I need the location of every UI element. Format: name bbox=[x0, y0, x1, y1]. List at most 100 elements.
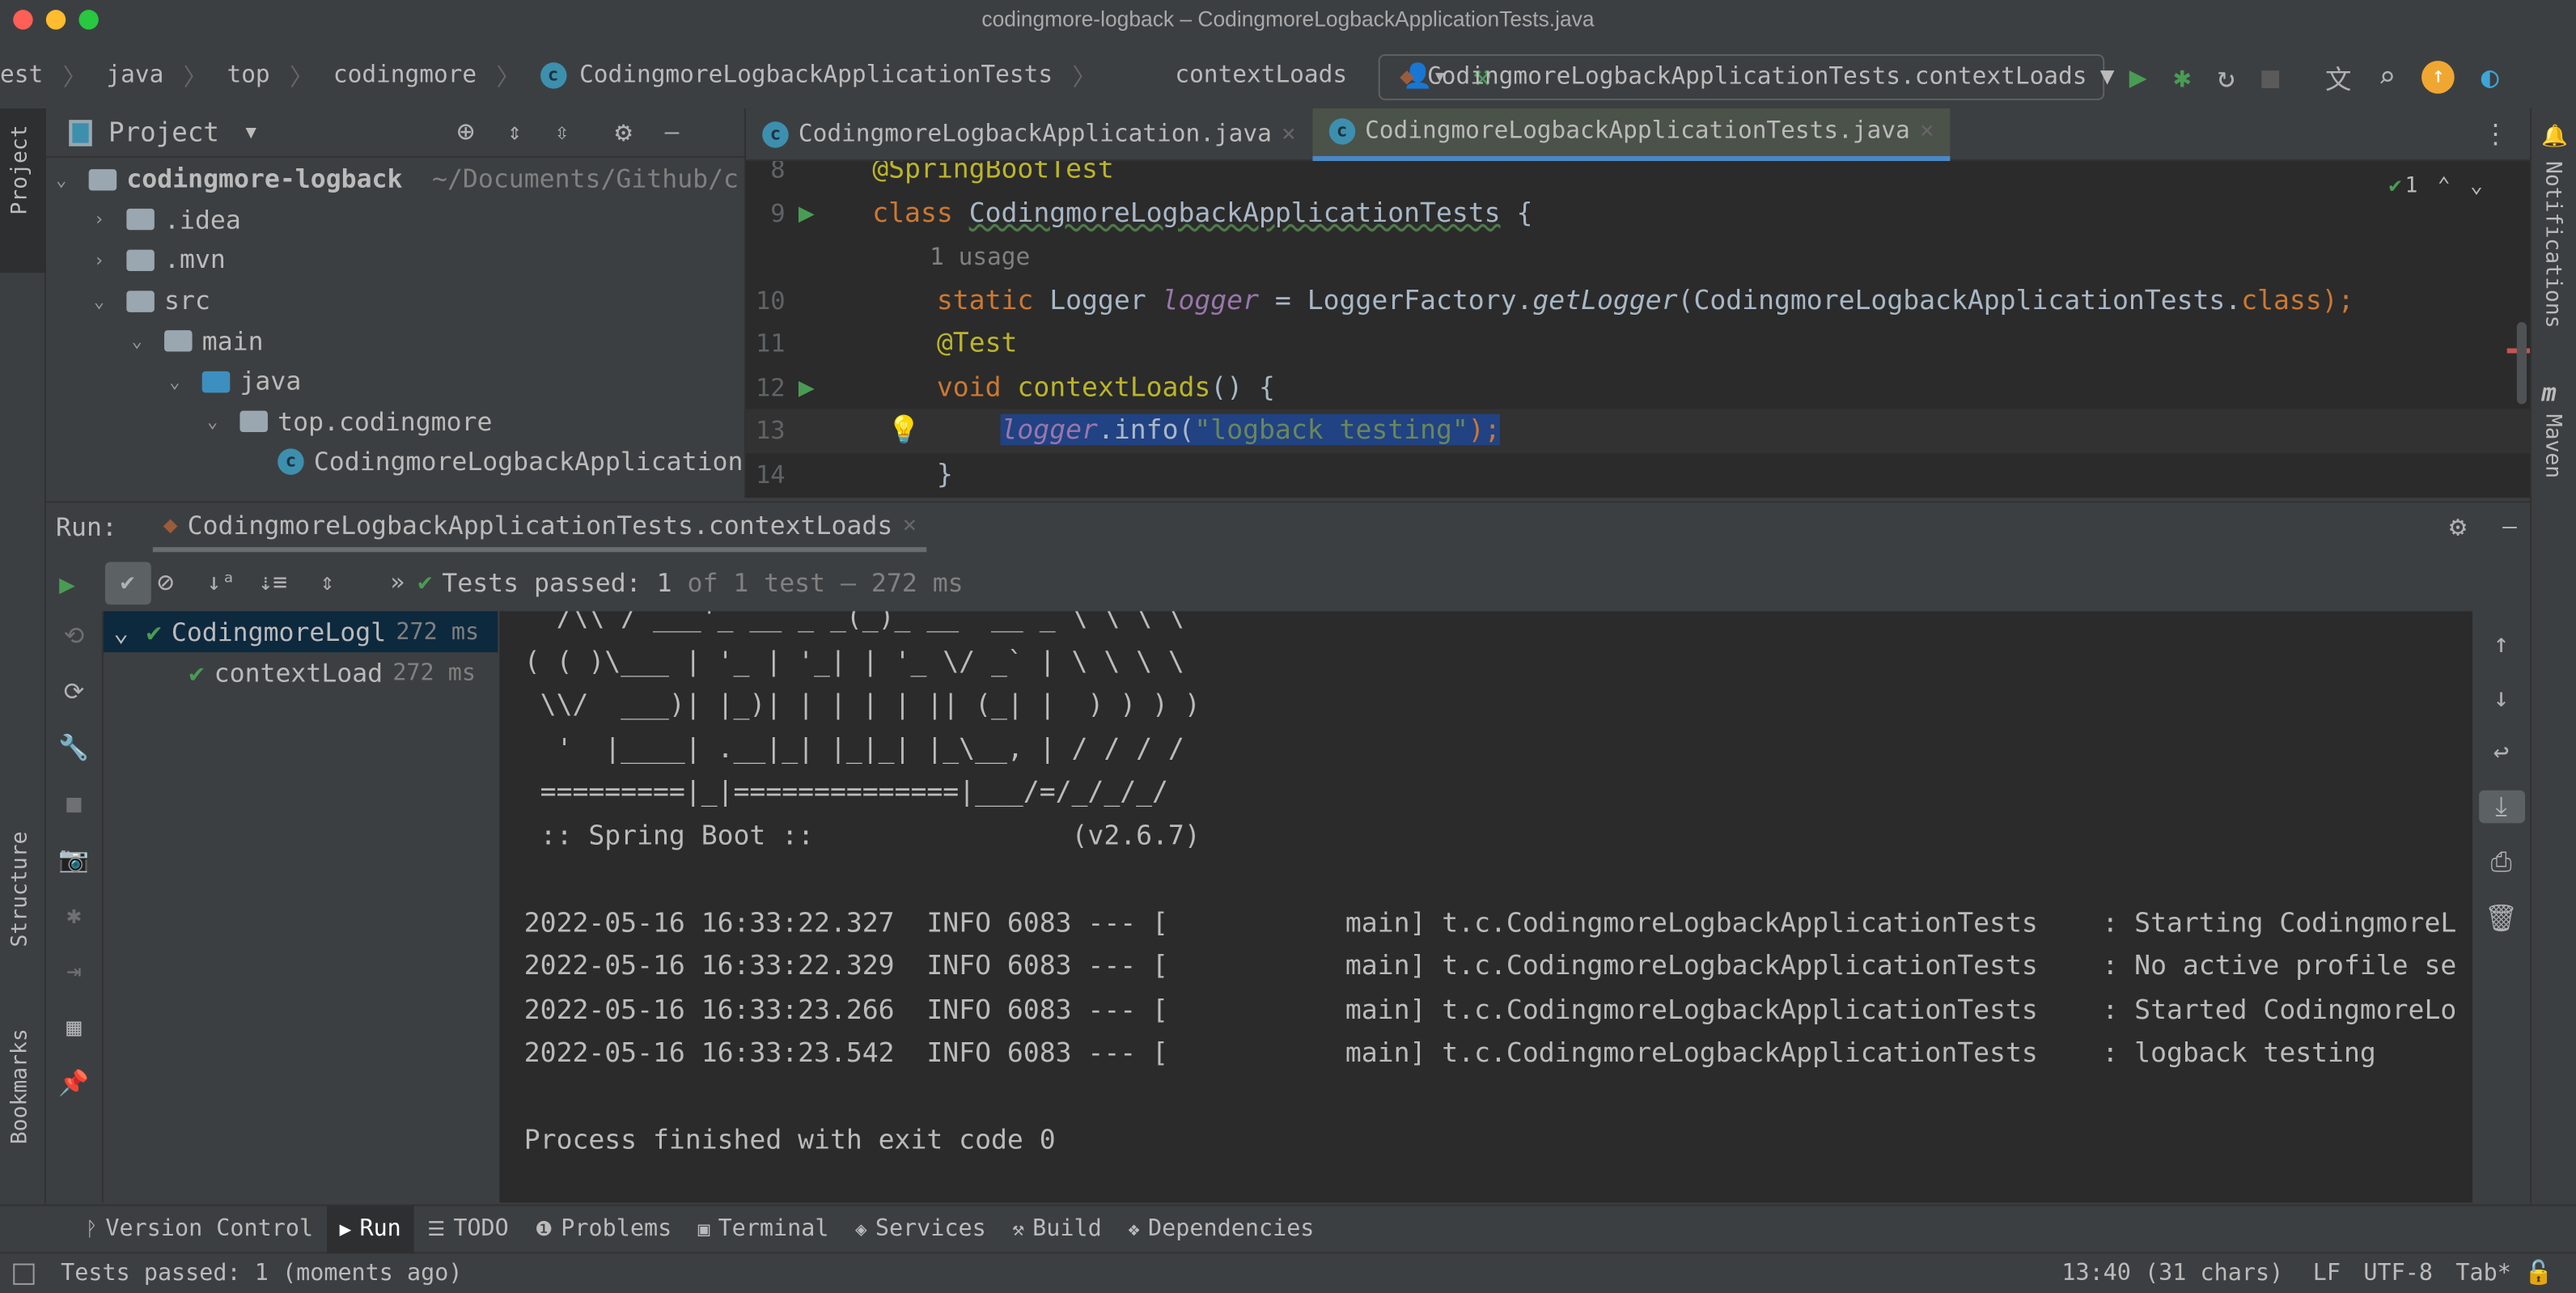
rerun-icon[interactable]: ▶ bbox=[59, 568, 75, 600]
toggle-auto-test-icon[interactable]: ⟲ bbox=[64, 621, 85, 651]
minimize-window-button[interactable] bbox=[45, 10, 66, 30]
show-ignored-icon[interactable]: ⊘ bbox=[157, 567, 174, 600]
bookmarks-tool-tab[interactable]: Bookmarks bbox=[8, 1028, 32, 1144]
lock-icon[interactable]: 🔓 bbox=[2524, 1260, 2553, 1286]
project-tree-item[interactable]: ⌄ java bbox=[46, 362, 744, 402]
gear-icon[interactable]: ⚙ bbox=[615, 116, 632, 149]
chevron-down-icon[interactable]: ▼ bbox=[245, 121, 256, 142]
breadcrumb-item[interactable]: CodingmoreLogbackApplicationTests bbox=[579, 62, 1053, 88]
structure-tool-tab[interactable]: Structure bbox=[8, 831, 32, 947]
line-separator[interactable]: LF bbox=[2313, 1260, 2341, 1286]
test-tree-item[interactable]: ✔ contextLoad 272 ms bbox=[104, 652, 498, 693]
tool-window-run[interactable]: ▶ Run bbox=[326, 1205, 415, 1253]
chevron-right-icon[interactable]: › bbox=[94, 250, 127, 271]
collapse-all-icon[interactable]: ⇳ bbox=[555, 119, 570, 145]
chevron-down-icon[interactable]: ⌄ bbox=[131, 330, 164, 351]
rerun-failed-icon[interactable]: ⟳ bbox=[64, 677, 85, 707]
breadcrumb-item[interactable]: est bbox=[0, 62, 43, 88]
maven-tool-tab[interactable]: Maven bbox=[2540, 414, 2564, 478]
stop-icon[interactable]: ■ bbox=[66, 789, 81, 819]
locate-icon[interactable]: ⊕ bbox=[457, 115, 475, 150]
close-tab-icon[interactable]: × bbox=[902, 512, 917, 538]
breadcrumb-item[interactable]: java bbox=[106, 62, 163, 88]
project-tree-item[interactable]: ⌄ codingmore-logback ~/Documents/Github/c bbox=[46, 159, 744, 200]
tool-window-dependencies[interactable]: ❖ Dependencies bbox=[1115, 1205, 1328, 1253]
stop-icon[interactable]: ■ bbox=[2261, 60, 2279, 95]
caret-position[interactable]: 13:40 (31 chars) bbox=[2061, 1260, 2283, 1286]
project-tree-item[interactable]: › .idea bbox=[46, 200, 744, 240]
notifications-tool-tab[interactable]: Notifications bbox=[2540, 161, 2564, 329]
inspection-ok-icon[interactable]: ✔ bbox=[2388, 174, 2401, 198]
zoom-window-button[interactable] bbox=[78, 10, 99, 30]
translate-icon[interactable]: 文 bbox=[2325, 57, 2352, 97]
gear-icon[interactable]: ⚙ bbox=[2450, 511, 2467, 545]
pin-icon[interactable]: 📌 bbox=[58, 1068, 89, 1098]
debug-icon[interactable]: ✱ bbox=[66, 901, 81, 931]
hide-icon[interactable]: — bbox=[2502, 515, 2517, 541]
tool-window-version-control[interactable]: ᚹ Version Control bbox=[72, 1205, 326, 1253]
code-with-me-icon[interactable]: ◐ bbox=[2481, 60, 2499, 95]
tool-window-todo[interactable]: ☰ TODO bbox=[414, 1205, 522, 1253]
indent-setting[interactable]: Tab* bbox=[2455, 1260, 2510, 1286]
run-configuration-select[interactable]: ◆ CodingmoreLogbackApplicationTests.cont… bbox=[1378, 54, 2114, 100]
project-tree-item[interactable]: ⌄ top.codingmore bbox=[46, 402, 744, 443]
close-tab-icon[interactable]: × bbox=[1920, 118, 1934, 144]
toggle-tool-windows-icon[interactable] bbox=[13, 1262, 35, 1284]
soft-wrap-icon[interactable]: ↩ bbox=[2493, 736, 2510, 768]
chevron-down-icon[interactable]: ⌄ bbox=[207, 411, 240, 432]
test-tree-item[interactable]: ⌄ ✔ CodingmoreLogl 272 ms bbox=[103, 611, 498, 653]
project-tree-item[interactable]: › .mvn bbox=[46, 240, 744, 281]
project-tool-tab[interactable]: Project bbox=[0, 108, 46, 273]
tool-window-services[interactable]: ◈ Services bbox=[842, 1205, 999, 1253]
tab-application-java[interactable]: c CodingmoreLogbackApplication.java × bbox=[746, 108, 1312, 160]
camera-icon[interactable]: 📷 bbox=[58, 845, 89, 875]
breadcrumb-method[interactable]: contextLoads bbox=[1175, 62, 1347, 88]
more-actions-icon[interactable]: » bbox=[390, 570, 405, 596]
sort-alphabetically-icon[interactable]: ↓ᵃ bbox=[207, 570, 235, 596]
run-tab[interactable]: ◆ CodingmoreLogbackApplicationTests.cont… bbox=[153, 502, 927, 553]
tool-window-terminal[interactable]: ▣ Terminal bbox=[684, 1205, 841, 1253]
close-tab-icon[interactable]: × bbox=[1282, 121, 1296, 146]
project-tree-item[interactable]: ⌄ main bbox=[46, 321, 744, 362]
close-window-button[interactable] bbox=[13, 10, 33, 30]
notifications-bell-icon[interactable]: 🔔 bbox=[2541, 125, 2568, 149]
hide-icon[interactable]: — bbox=[665, 119, 680, 145]
run-test-gutter-icon[interactable]: ▶ bbox=[799, 366, 815, 409]
project-tree-item[interactable]: c CodingmoreLogbackApplication bbox=[46, 443, 744, 483]
breadcrumb-item[interactable]: top bbox=[227, 62, 269, 88]
expand-all-icon[interactable]: ⇕ bbox=[507, 119, 522, 145]
run-test-gutter-icon[interactable]: ▶ bbox=[799, 192, 815, 235]
coverage-icon[interactable]: ↻ bbox=[2218, 60, 2235, 95]
project-tree-item[interactable]: ⌄ src bbox=[46, 281, 744, 321]
console-output[interactable]: /\\ / ___'_ __ _ _(_)_ __ __ _ \ \ \ \ ( … bbox=[499, 611, 2473, 1203]
search-icon[interactable]: ⌕ bbox=[2378, 60, 2396, 95]
more-tabs-icon[interactable]: ⋮ bbox=[2482, 118, 2508, 150]
chevron-down-icon[interactable]: ⌄ bbox=[113, 617, 146, 646]
breadcrumb-item[interactable]: codingmore bbox=[333, 62, 477, 88]
sort-by-duration-icon[interactable]: ⇣≡ bbox=[259, 570, 287, 596]
status-message[interactable]: Tests passed: 1 (moments ago) bbox=[61, 1260, 462, 1286]
expand-all-icon[interactable]: ⇕ bbox=[320, 570, 335, 596]
trash-icon[interactable]: 🗑 bbox=[2485, 902, 2518, 934]
file-encoding[interactable]: UTF-8 bbox=[2363, 1260, 2433, 1286]
run-icon[interactable]: ▶ bbox=[2129, 60, 2147, 95]
chevron-down-icon[interactable]: ⌄ bbox=[169, 371, 202, 392]
project-panel-title[interactable]: Project bbox=[108, 117, 219, 148]
debug-icon[interactable]: ✱ bbox=[2173, 60, 2191, 95]
print-icon[interactable]: ⎙ bbox=[2491, 846, 2512, 880]
next-highlight-icon[interactable]: ⌄ bbox=[2470, 174, 2483, 198]
wrench-icon[interactable]: 🔧 bbox=[58, 733, 89, 763]
down-arrow-icon[interactable]: ↓ bbox=[2493, 682, 2510, 714]
previous-highlight-icon[interactable]: ⌃ bbox=[2438, 174, 2451, 198]
chevron-down-icon[interactable]: ⌄ bbox=[56, 169, 89, 190]
tool-window-problems[interactable]: ❶ Problems bbox=[522, 1205, 684, 1253]
up-arrow-icon[interactable]: ↑ bbox=[2493, 628, 2510, 659]
code-area[interactable]: 8 @SpringBootTest 9 ▶ class CodingmoreLogbac… bbox=[745, 161, 2532, 498]
tab-application-tests-java[interactable]: c CodingmoreLogbackApplicationTests.java… bbox=[1312, 108, 1951, 160]
editor-scrollbar[interactable] bbox=[2516, 321, 2527, 405]
scroll-to-end-icon[interactable]: ⤓ bbox=[2478, 790, 2525, 824]
update-icon[interactable]: ↑ bbox=[2421, 61, 2455, 94]
tool-window-build[interactable]: ⚒ Build bbox=[999, 1205, 1115, 1253]
chevron-down-icon[interactable]: ⌄ bbox=[94, 290, 127, 312]
layout-icon[interactable]: ▦ bbox=[66, 1012, 81, 1042]
